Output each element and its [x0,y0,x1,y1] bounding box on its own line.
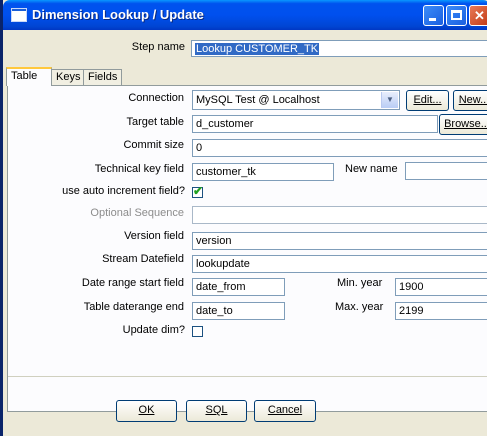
sql-button[interactable]: SQL [186,400,247,422]
table-daterange-end-label: Table daterange end [83,301,184,313]
browse-label: Browse... [444,118,487,130]
connection-value: MySQL Test @ Localhost [196,94,320,106]
checkmark-icon: ✔ [193,184,204,198]
cancel-label: Cancel [267,404,303,416]
tab-bar: Table Keys Fields [6,67,487,86]
technical-key-label: Technical key field [94,163,184,175]
new-name-input[interactable] [405,162,487,180]
optional-sequence-label: Optional Sequence [90,207,184,219]
tab-table[interactable]: Table [6,67,52,86]
version-field-input[interactable]: version [192,232,487,250]
edit-connection-button[interactable]: Edit... [406,90,449,111]
new-name-label: New name [345,163,398,175]
edit-label: Edit... [413,94,442,106]
max-year-input[interactable]: 2199 [395,302,487,320]
version-field-label: Version field [124,230,184,242]
target-table-input[interactable]: d_customer [192,115,438,133]
chevron-down-icon[interactable]: ▼ [381,92,398,108]
auto-increment-checkbox[interactable]: ✔ [192,184,204,198]
min-year-label: Min. year [337,277,383,289]
date-range-start-input[interactable]: date_from [192,278,285,296]
window-icon [11,8,27,22]
new-connection-button[interactable]: New... [453,90,487,111]
date-range-start-label: Date range start field [81,277,184,289]
commit-size-label: Commit size [123,139,184,151]
step-name-input[interactable]: Lookup CUSTOMER_TK [191,40,487,57]
stream-datefield-label: Stream Datefield [102,253,184,265]
optional-sequence-input[interactable] [192,206,487,224]
maximize-button[interactable] [446,5,467,26]
ok-label: OK [138,404,155,416]
new-label: New... [458,94,487,106]
close-icon: ✕ [474,8,485,23]
auto-increment-label: use auto increment field? [62,185,185,197]
maximize-icon [451,10,462,20]
dialog-content: Step name Lookup CUSTOMER_TK Table Keys … [6,30,487,436]
window-title: Dimension Lookup / Update [32,7,204,22]
minimize-icon [429,18,436,21]
panel-divider [8,376,487,377]
cancel-button[interactable]: Cancel [254,400,316,422]
min-year-input[interactable]: 1900 [395,278,487,296]
commit-size-input[interactable]: 0 [192,139,487,157]
sql-label: SQL [205,404,228,416]
stream-datefield-input[interactable]: lookupdate [192,255,487,273]
connection-select[interactable]: MySQL Test @ Localhost ▼ [192,90,400,110]
connection-label: Connection [128,92,184,104]
minimize-button[interactable] [423,5,444,26]
close-button[interactable]: ✕ [469,5,487,26]
step-name-value: Lookup CUSTOMER_TK [195,43,320,55]
table-daterange-end-input[interactable]: date_to [192,302,285,320]
dialog-window: Dimension Lookup / Update ✕ Step name Lo… [0,0,487,436]
step-name-label: Step name [131,41,185,53]
title-bar[interactable]: Dimension Lookup / Update ✕ [3,0,487,30]
browse-button[interactable]: Browse... [439,114,487,135]
update-dim-checkbox[interactable] [192,326,203,337]
max-year-label: Max. year [335,301,384,313]
tab-keys[interactable]: Keys [52,69,84,85]
table-tab-panel: Connection MySQL Test @ Localhost ▼ Edit… [7,85,487,412]
tab-fields[interactable]: Fields [83,69,122,85]
ok-button[interactable]: OK [116,400,177,422]
target-table-label: Target table [126,116,184,128]
update-dim-label: Update dim? [122,324,185,336]
technical-key-input[interactable]: customer_tk [192,163,334,181]
